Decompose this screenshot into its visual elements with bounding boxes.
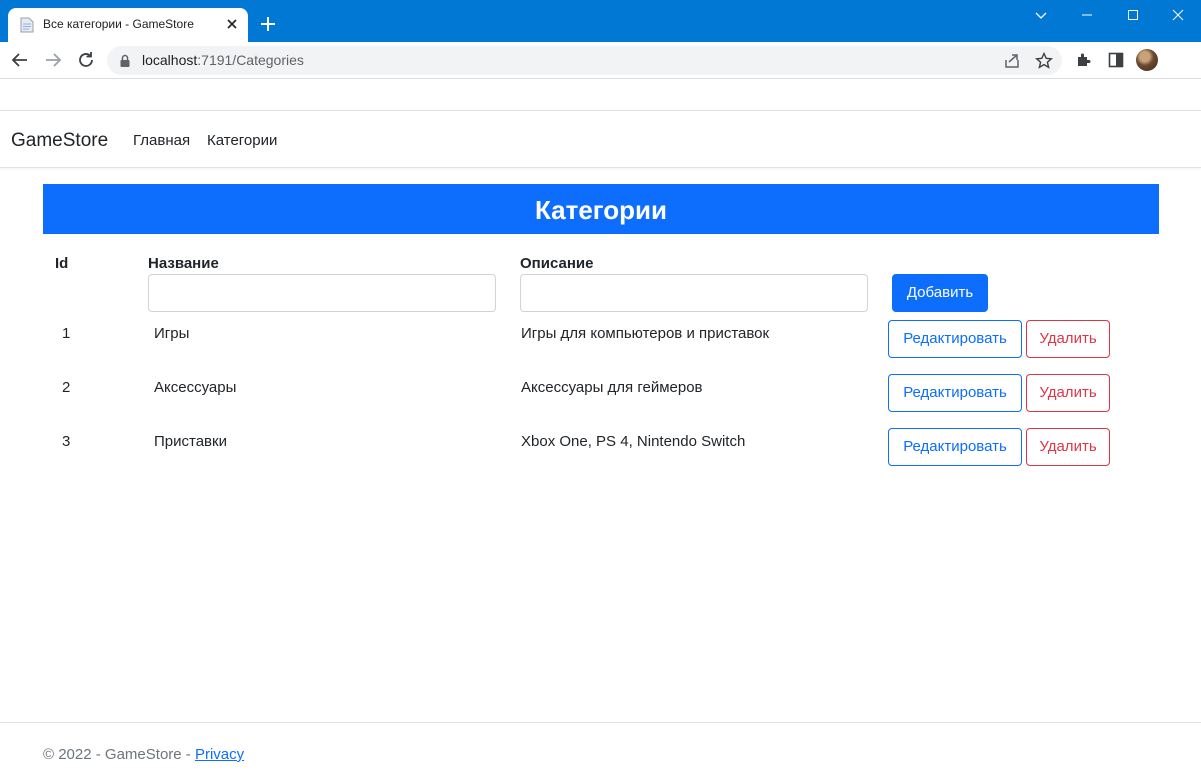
maximize-icon	[1128, 10, 1138, 20]
extensions-icon[interactable]	[1074, 50, 1094, 70]
profile-avatar[interactable]	[1136, 49, 1158, 71]
row-description: Игры для компьютеров и приставок	[521, 325, 770, 342]
site-navbar: GameStore Главная Категории	[0, 110, 1201, 168]
back-arrow-icon[interactable]	[10, 50, 30, 70]
delete-button[interactable]: Удалить	[1026, 374, 1110, 412]
row-name: Игры	[154, 325, 190, 342]
window-close-icon	[1172, 9, 1184, 21]
minimize-icon	[1082, 14, 1092, 16]
close-icon[interactable]	[224, 16, 240, 32]
tab-title: Все категории - GameStore	[43, 17, 194, 31]
chevron-down-icon	[1035, 12, 1047, 19]
edit-button[interactable]: Редактировать	[888, 320, 1022, 358]
privacy-link[interactable]: Privacy	[195, 746, 244, 763]
page-title: Категории	[43, 184, 1159, 234]
new-category-name-input[interactable]	[148, 274, 496, 312]
new-category-description-input[interactable]	[520, 274, 868, 312]
document-icon	[20, 17, 34, 33]
column-header-id: Id	[55, 255, 69, 272]
delete-button[interactable]: Удалить	[1026, 320, 1110, 358]
row-id: 3	[62, 433, 71, 450]
navbar-brand[interactable]: GameStore	[11, 130, 108, 152]
delete-button[interactable]: Удалить	[1026, 428, 1110, 466]
url-text: localhost:7191/Categories	[142, 52, 304, 68]
share-icon[interactable]	[1002, 51, 1022, 71]
plus-icon[interactable]	[259, 15, 277, 33]
add-button[interactable]: Добавить	[892, 274, 988, 312]
footer-text: © 2022 - GameStore - Privacy	[43, 746, 244, 763]
row-description: Xbox One, PS 4, Nintendo Switch	[521, 433, 746, 450]
site-footer: © 2022 - GameStore - Privacy	[0, 722, 1201, 783]
footer-copyright: © 2022 - GameStore -	[43, 746, 195, 763]
row-id: 1	[62, 325, 71, 342]
star-icon[interactable]	[1034, 51, 1054, 71]
address-bar[interactable]: localhost:7191/Categories	[107, 46, 1062, 75]
column-header-name: Название	[148, 255, 219, 272]
forward-arrow-icon[interactable]	[43, 50, 63, 70]
row-name: Приставки	[154, 433, 227, 450]
row-description: Аксессуары для геймеров	[521, 379, 703, 396]
browser-titlebar: Все категории - GameStore	[0, 0, 1201, 42]
column-header-description: Описание	[520, 255, 594, 272]
row-id: 2	[62, 379, 71, 396]
maximize-button[interactable]	[1110, 0, 1156, 30]
row-name: Аксессуары	[154, 379, 237, 396]
edit-button[interactable]: Редактировать	[888, 374, 1022, 412]
lock-icon[interactable]	[119, 54, 131, 68]
minimize-button[interactable]	[1064, 0, 1110, 30]
tab-search-button[interactable]	[1018, 0, 1064, 30]
browser-toolbar: localhost:7191/Categories	[0, 42, 1201, 79]
reload-icon[interactable]	[76, 50, 96, 70]
window-close-button[interactable]	[1155, 0, 1201, 30]
nav-link-home[interactable]: Главная	[133, 132, 190, 149]
nav-link-categories[interactable]: Категории	[207, 132, 277, 149]
browser-tab[interactable]: Все категории - GameStore	[8, 8, 248, 42]
sidepanel-icon[interactable]	[1106, 50, 1126, 70]
edit-button[interactable]: Редактировать	[888, 428, 1022, 466]
